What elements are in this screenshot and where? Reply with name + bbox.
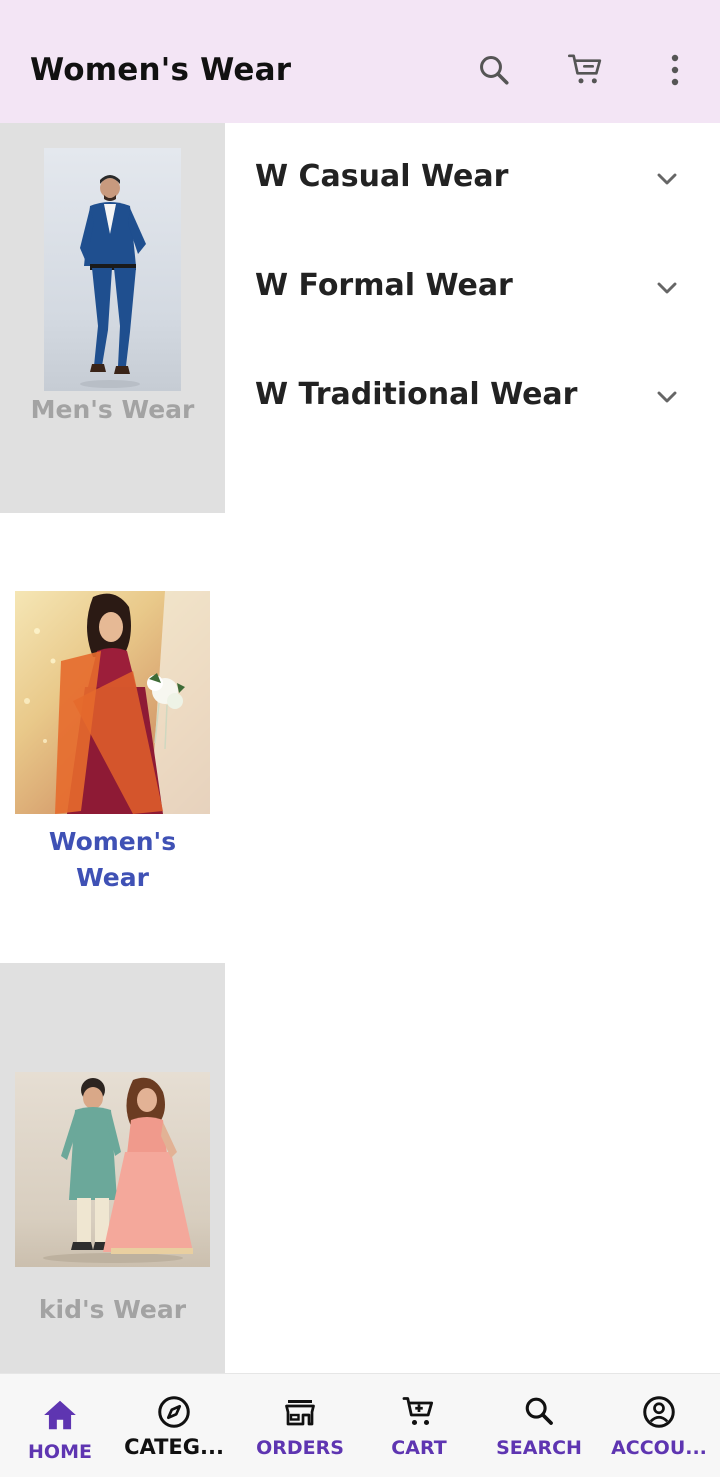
nav-label: CART [391,1437,447,1459]
nav-label: CATEG... [124,1435,224,1459]
more-vert-icon [671,54,679,86]
cart-button[interactable] [564,48,608,92]
app-bar: Women's Wear [0,0,720,123]
children-in-ethnic-wear-image [43,1077,193,1263]
subcategory-item-formal[interactable]: W Formal Wear [225,232,720,332]
mens-wear-image [44,148,181,391]
nav-label: SEARCH [496,1437,582,1459]
more-options-button[interactable] [653,48,697,92]
nav-label: HOME [28,1441,92,1463]
search-icon [525,1397,553,1425]
nav-label: ORDERS [256,1437,344,1459]
nav-item-cart[interactable]: CART [359,1374,479,1477]
page-title: Women's Wear [30,52,292,88]
category-item-mens-wear[interactable]: Men's Wear [0,123,225,513]
store-icon [285,1400,315,1426]
nav-item-orders[interactable]: ORDERS [240,1374,360,1477]
nav-item-search[interactable]: SEARCH [479,1374,599,1477]
nav-item-categories[interactable]: CATEG... [112,1374,236,1477]
nav-item-account[interactable]: ACCOU... [598,1374,720,1477]
woman-in-lehenga-image [24,591,210,814]
category-item-kids-wear[interactable]: kid's Wear [0,963,225,1373]
kids-wear-image [15,1072,210,1267]
cart-icon [402,1397,434,1426]
subcategory-label: W Casual Wear [255,159,509,194]
category-label: Men's Wear [30,395,195,424]
subcategory-item-casual[interactable]: W Casual Wear [225,123,720,223]
subcategory-item-traditional[interactable]: W Traditional Wear [225,341,720,441]
category-rail: Men's Wear Women's Wear kid's Wear [0,123,225,1373]
compass-icon [158,1396,190,1428]
search-icon [480,56,509,85]
chevron-down-icon[interactable] [651,272,683,304]
womens-wear-image [15,591,210,814]
man-in-suit-image [80,175,146,388]
cart-icon [568,54,602,84]
search-button[interactable] [472,48,516,92]
home-icon [44,1400,76,1430]
category-label: kid's Wear [38,1295,187,1324]
bottom-navigation: HOME CATEG... ORDERS CART SEARCH ACCOU..… [0,1373,720,1477]
subcategory-label: W Formal Wear [255,268,513,303]
chevron-down-icon[interactable] [651,381,683,413]
chevron-down-icon[interactable] [651,163,683,195]
account-icon [643,1396,675,1428]
category-label-selected: Women's Wear [48,827,177,892]
subcategory-label: W Traditional Wear [255,377,578,412]
nav-label: ACCOU... [611,1437,707,1459]
nav-item-home[interactable]: HOME [0,1374,120,1477]
category-item-womens-wear[interactable]: Women's Wear [0,513,225,963]
